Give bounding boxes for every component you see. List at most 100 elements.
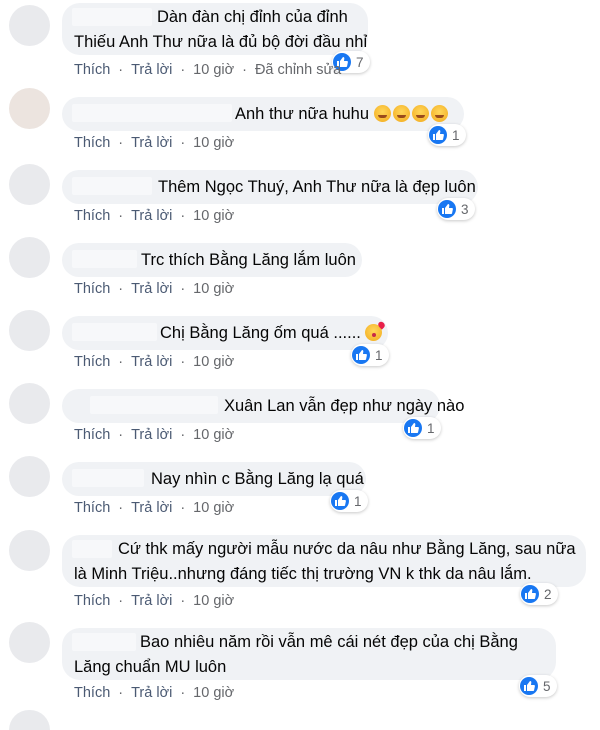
reaction-count[interactable]: 5 bbox=[519, 675, 557, 697]
like-count: 7 bbox=[356, 54, 364, 70]
timestamp[interactable]: 10 giờ bbox=[193, 685, 234, 701]
redacted-name bbox=[72, 633, 136, 651]
like-link[interactable]: Thích bbox=[74, 208, 110, 224]
like-icon bbox=[352, 346, 370, 364]
comment-text: Cứ thk mấy người mẫu nước da nâu như Bằn… bbox=[118, 540, 576, 558]
comment-actions: Thích · Trả lời · 10 giờ bbox=[74, 354, 235, 370]
comment-text: Anh thư nữa huhu bbox=[235, 103, 450, 125]
like-icon bbox=[331, 492, 349, 510]
avatar[interactable] bbox=[9, 456, 50, 497]
redacted-name bbox=[90, 396, 218, 414]
reply-link[interactable]: Trả lời bbox=[131, 427, 172, 443]
redacted-name bbox=[72, 540, 112, 558]
comment-bubble: Xuân Lan vẫn đẹp như ngày nào bbox=[62, 389, 464, 423]
comment-bubble: Thêm Ngọc Thuý, Anh Thư nữa là đẹp luôn bbox=[62, 170, 478, 204]
like-count: 5 bbox=[543, 678, 551, 694]
weary-face-icon bbox=[392, 105, 410, 122]
timestamp[interactable]: 10 giờ bbox=[193, 500, 234, 516]
avatar[interactable] bbox=[9, 622, 50, 663]
redacted-name bbox=[72, 8, 152, 26]
timestamp[interactable]: 10 giờ bbox=[193, 135, 234, 151]
reaction-count[interactable]: 2 bbox=[520, 583, 558, 605]
weary-face-icon bbox=[373, 105, 391, 122]
comment-text: Bao nhiêu năm rồi vẫn mê cái nét đẹp của… bbox=[140, 633, 518, 651]
comment-text: là Minh Triệu..nhưng đáng tiếc thị trườn… bbox=[74, 565, 532, 583]
comment-text: Lăng chuẩn MU luôn bbox=[74, 658, 227, 676]
redacted-name bbox=[72, 469, 144, 487]
weary-face-icon bbox=[430, 105, 448, 122]
like-link[interactable]: Thích bbox=[74, 685, 110, 701]
timestamp[interactable]: 10 giờ bbox=[193, 593, 234, 609]
edited-label: Đã chỉnh sửa bbox=[254, 62, 342, 78]
reaction-count[interactable]: 1 bbox=[330, 490, 368, 512]
comment-text: Thêm Ngọc Thuý, Anh Thư nữa là đẹp luôn bbox=[158, 178, 476, 196]
comment-bubble: Chị Bằng Lăng ốm quá ...... bbox=[62, 316, 388, 350]
timestamp[interactable]: 10 giờ bbox=[193, 281, 234, 297]
like-icon bbox=[520, 677, 538, 695]
reply-link[interactable]: Trả lời bbox=[131, 62, 172, 78]
comment-text: Xuân Lan vẫn đẹp như ngày nào bbox=[224, 397, 465, 415]
comment-text: Trc thích Bằng Lăng lắm luôn bbox=[141, 251, 356, 269]
like-count: 1 bbox=[452, 127, 460, 143]
like-count: 1 bbox=[427, 420, 435, 436]
avatar[interactable] bbox=[9, 5, 50, 46]
reply-link[interactable]: Trả lời bbox=[131, 135, 172, 151]
weary-face-icon bbox=[411, 105, 429, 122]
comment-actions: Thích · Trả lời · 10 giờ bbox=[74, 427, 235, 443]
comment-text: Chị Bằng Lăng ốm quá ...... bbox=[160, 322, 384, 344]
avatar[interactable] bbox=[9, 88, 50, 129]
comment-text: Dàn đàn chị đỉnh của đỉnh bbox=[157, 8, 348, 26]
reply-link[interactable]: Trả lời bbox=[131, 354, 172, 370]
reply-link[interactable]: Trả lời bbox=[131, 208, 172, 224]
redacted-name bbox=[72, 104, 232, 122]
like-icon bbox=[429, 126, 447, 144]
reply-link[interactable]: Trả lời bbox=[131, 685, 172, 701]
reaction-count[interactable]: 1 bbox=[428, 124, 466, 146]
comment-bubble: Bao nhiêu năm rồi vẫn mê cái nét đẹp của… bbox=[62, 628, 556, 680]
comment-actions: Thích · Trả lời · 10 giờ bbox=[74, 208, 235, 224]
avatar[interactable] bbox=[9, 530, 50, 571]
comment-actions: Thích · Trả lời · 10 giờ bbox=[74, 685, 235, 701]
like-count: 3 bbox=[461, 201, 469, 217]
like-link[interactable]: Thích bbox=[74, 354, 110, 370]
comment-bubble: Dàn đàn chị đỉnh của đỉnh Thiếu Anh Thư … bbox=[62, 3, 368, 55]
comment-bubble: Anh thư nữa huhu bbox=[62, 97, 464, 131]
timestamp[interactable]: 10 giờ bbox=[193, 427, 234, 443]
comment-bubble: Trc thích Bằng Lăng lắm luôn bbox=[62, 243, 362, 277]
reaction-count[interactable]: 1 bbox=[351, 344, 389, 366]
avatar[interactable] bbox=[9, 237, 50, 278]
reply-link[interactable]: Trả lời bbox=[131, 500, 172, 516]
comment-actions: Thích · Trả lời · 10 giờ bbox=[74, 281, 235, 297]
avatar[interactable] bbox=[9, 310, 50, 351]
like-link[interactable]: Thích bbox=[74, 593, 110, 609]
reaction-count[interactable]: 1 bbox=[403, 417, 441, 439]
like-link[interactable]: Thích bbox=[74, 281, 110, 297]
like-icon bbox=[404, 419, 422, 437]
like-link[interactable]: Thích bbox=[74, 427, 110, 443]
redacted-name bbox=[72, 177, 152, 195]
redacted-name bbox=[72, 323, 157, 341]
comment-actions: Thích · Trả lời · 10 giờ bbox=[74, 593, 235, 609]
comment-text: Nay nhìn c Bằng Lăng lạ quá bbox=[151, 470, 364, 488]
avatar[interactable] bbox=[9, 383, 50, 424]
comment-bubble: Nay nhìn c Bằng Lăng lạ quá bbox=[62, 462, 366, 496]
avatar[interactable] bbox=[9, 710, 50, 730]
avatar[interactable] bbox=[9, 164, 50, 205]
timestamp[interactable]: 10 giờ bbox=[193, 62, 234, 78]
like-link[interactable]: Thích bbox=[74, 135, 110, 151]
redacted-name bbox=[72, 250, 137, 268]
reply-link[interactable]: Trả lời bbox=[131, 593, 172, 609]
like-count: 1 bbox=[375, 347, 383, 363]
timestamp[interactable]: 10 giờ bbox=[193, 354, 234, 370]
comment-actions: Thích · Trả lời · 10 giờ · Đã chỉnh sửa bbox=[74, 62, 342, 78]
comment-actions: Thích · Trả lời · 10 giờ bbox=[74, 135, 235, 151]
like-icon bbox=[521, 585, 539, 603]
timestamp[interactable]: 10 giờ bbox=[193, 208, 234, 224]
comment-actions: Thích · Trả lời · 10 giờ bbox=[74, 500, 235, 516]
like-link[interactable]: Thích bbox=[74, 62, 110, 78]
reply-link[interactable]: Trả lời bbox=[131, 281, 172, 297]
kissing-face-icon bbox=[365, 324, 383, 341]
comment-text: Thiếu Anh Thư nữa là đủ bộ đời đầu nhỉ bbox=[74, 33, 368, 51]
reaction-count[interactable]: 3 bbox=[437, 198, 475, 220]
like-link[interactable]: Thích bbox=[74, 500, 110, 516]
